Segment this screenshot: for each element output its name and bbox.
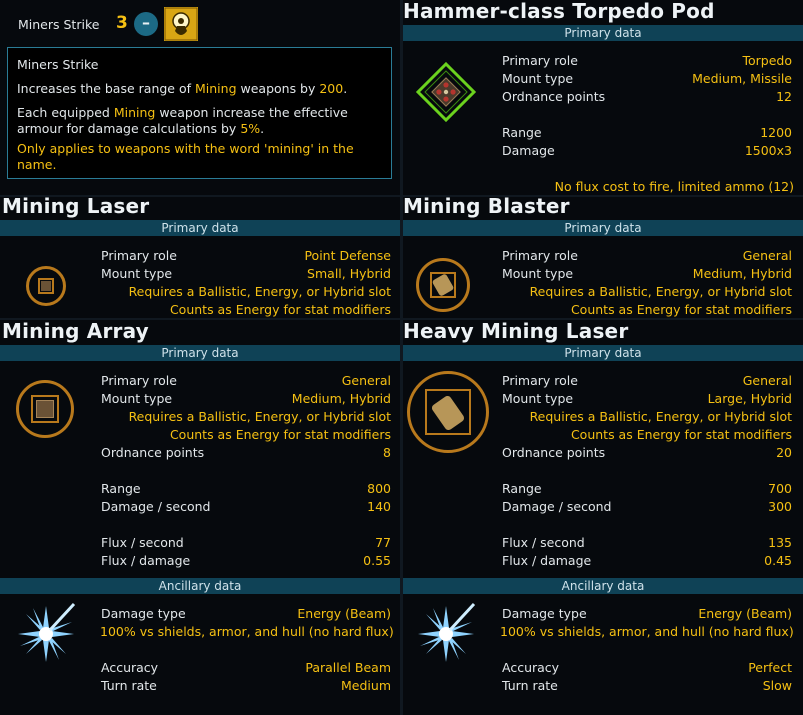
torpedo-mount-label: Mount type	[502, 71, 574, 86]
heavy-mount-value: Large, Hybrid	[707, 391, 792, 406]
minus-label: –	[142, 13, 150, 32]
mining-array-turn-label: Turn rate	[101, 678, 157, 693]
heavy-dps-value: 300	[768, 499, 792, 514]
heavy-ancillary-bar: Ancillary data	[403, 578, 803, 594]
heavy-req: Requires a Ballistic, Energy, or Hybrid …	[529, 409, 792, 424]
tooltip-line5: name.	[17, 157, 57, 172]
heavy-dps-label: Damage / second	[502, 499, 612, 514]
torpedo-role-label: Primary role	[502, 53, 578, 68]
mining-laser-role-value: Point Defense	[304, 248, 391, 263]
mining-array-dmgtype-value: Energy (Beam)	[297, 606, 391, 621]
mining-array-ancillary-bar: Ancillary data	[0, 578, 400, 594]
heavy-accuracy-label: Accuracy	[502, 660, 560, 675]
mining-array-role-label: Primary role	[101, 373, 177, 388]
mining-array-fluxdmg-value: 0.55	[363, 553, 391, 568]
mining-laser-counts: Counts as Energy for stat modifiers	[169, 302, 391, 317]
torpedo-role-value: Torpedo	[742, 53, 792, 68]
mining-laser-req: Requires a Ballistic, Energy, or Hybrid …	[128, 284, 391, 299]
mining-array-flux-label: Flux / second	[101, 535, 184, 550]
mining-blaster-role-label: Primary role	[502, 248, 578, 263]
mining-array-icon	[16, 380, 74, 438]
beam-burst-icon	[10, 598, 82, 670]
torpedo-pod-icon	[415, 61, 477, 123]
heavy-fluxdmg-label: Flux / damage	[502, 553, 592, 568]
torpedo-section-bar: Primary data	[403, 25, 803, 41]
torpedo-op-value: 12	[776, 89, 792, 104]
mining-laser-role-label: Primary role	[101, 248, 177, 263]
mining-blaster-mount-label: Mount type	[502, 266, 574, 281]
heavy-fluxdmg-value: 0.45	[764, 553, 792, 568]
skill-name: Miners Strike	[18, 17, 100, 32]
mining-array-dps-label: Damage / second	[101, 499, 211, 514]
mining-array-range-label: Range	[101, 481, 141, 496]
heavy-dmgtype-label: Damage type	[502, 606, 587, 621]
mining-array-counts: Counts as Energy for stat modifiers	[169, 427, 391, 442]
mining-array-op-value: 8	[383, 445, 391, 460]
mining-array-mount-value: Medium, Hybrid	[291, 391, 391, 406]
heavy-op-label: Ordnance points	[502, 445, 606, 460]
mining-laser-icon	[26, 266, 66, 306]
mining-array-accuracy-label: Accuracy	[101, 660, 159, 675]
mining-laser-mount-value: Small, Hybrid	[307, 266, 391, 281]
heavy-mining-laser-icon	[407, 371, 489, 453]
heavy-turn-value: Slow	[762, 678, 792, 693]
mining-array-req: Requires a Ballistic, Energy, or Hybrid …	[128, 409, 391, 424]
heavy-flux-label: Flux / second	[502, 535, 585, 550]
mining-array-mount-label: Mount type	[101, 391, 173, 406]
mining-blaster-icon	[416, 258, 470, 312]
mining-array-dps-value: 140	[367, 499, 391, 514]
tooltip-line1: Increases the base range of Mining weapo…	[17, 81, 348, 96]
torpedo-op-label: Ordnance points	[502, 89, 606, 104]
mining-blaster-title: Mining Blaster	[403, 194, 570, 218]
heavy-mount-label: Mount type	[502, 391, 574, 406]
mining-array-section-bar: Primary data	[0, 345, 400, 361]
mining-array-flux-value: 77	[375, 535, 391, 550]
skill-tooltip: Miners Strike Increases the base range o…	[7, 47, 392, 179]
mining-blaster-counts: Counts as Energy for stat modifiers	[570, 302, 792, 317]
heavy-range-label: Range	[502, 481, 542, 496]
tooltip-line4: Only applies to weapons with the word 'm…	[17, 141, 354, 156]
torpedo-range-value: 1200	[760, 125, 792, 140]
mining-array-op-label: Ordnance points	[101, 445, 205, 460]
mining-array-role-value: General	[341, 373, 391, 388]
heavy-vs-note: 100% vs shields, armor, and hull (no har…	[500, 624, 794, 639]
heavy-flux-value: 135	[768, 535, 792, 550]
mining-array-vs-note: 100% vs shields, armor, and hull (no har…	[100, 624, 394, 639]
heavy-counts: Counts as Energy for stat modifiers	[570, 427, 792, 442]
tooltip-line3: armour for damage calculations by 5%.	[17, 121, 265, 136]
torpedo-mount-value: Medium, Missile	[692, 71, 792, 86]
beam-burst-icon	[410, 598, 482, 670]
tooltip-title: Miners Strike	[17, 57, 99, 72]
heavy-range-value: 700	[768, 481, 792, 496]
heavy-role-label: Primary role	[502, 373, 578, 388]
skill-minus-button[interactable]: –	[134, 12, 158, 36]
torpedo-damage-value: 1500x3	[744, 143, 792, 158]
mining-array-dmgtype-label: Damage type	[101, 606, 186, 621]
mining-blaster-section-bar: Primary data	[403, 220, 803, 236]
heavy-mining-laser-title: Heavy Mining Laser	[403, 319, 629, 343]
mining-array-title: Mining Array	[2, 319, 149, 343]
skill-hand-icon	[164, 7, 198, 41]
heavy-op-value: 20	[776, 445, 792, 460]
torpedo-title: Hammer-class Torpedo Pod	[403, 0, 715, 23]
skill-rank: 3	[116, 13, 128, 33]
mining-laser-section-bar: Primary data	[0, 220, 400, 236]
heavy-accuracy-value: Perfect	[748, 660, 792, 675]
mining-laser-mount-label: Mount type	[101, 266, 173, 281]
heavy-turn-label: Turn rate	[502, 678, 558, 693]
mining-array-accuracy-value: Parallel Beam	[305, 660, 391, 675]
torpedo-damage-label: Damage	[502, 143, 555, 158]
mining-laser-title: Mining Laser	[2, 194, 150, 218]
mining-array-turn-value: Medium	[341, 678, 391, 693]
mining-blaster-req: Requires a Ballistic, Energy, or Hybrid …	[529, 284, 792, 299]
heavy-dmgtype-value: Energy (Beam)	[698, 606, 792, 621]
mining-blaster-mount-value: Medium, Hybrid	[692, 266, 792, 281]
mining-array-range-value: 800	[367, 481, 391, 496]
heavy-mining-laser-section-bar: Primary data	[403, 345, 803, 361]
tooltip-line2: Each equipped Mining weapon increase the…	[17, 105, 348, 120]
mining-blaster-role-value: General	[742, 248, 792, 263]
heavy-role-value: General	[742, 373, 792, 388]
mining-array-fluxdmg-label: Flux / damage	[101, 553, 191, 568]
torpedo-range-label: Range	[502, 125, 542, 140]
